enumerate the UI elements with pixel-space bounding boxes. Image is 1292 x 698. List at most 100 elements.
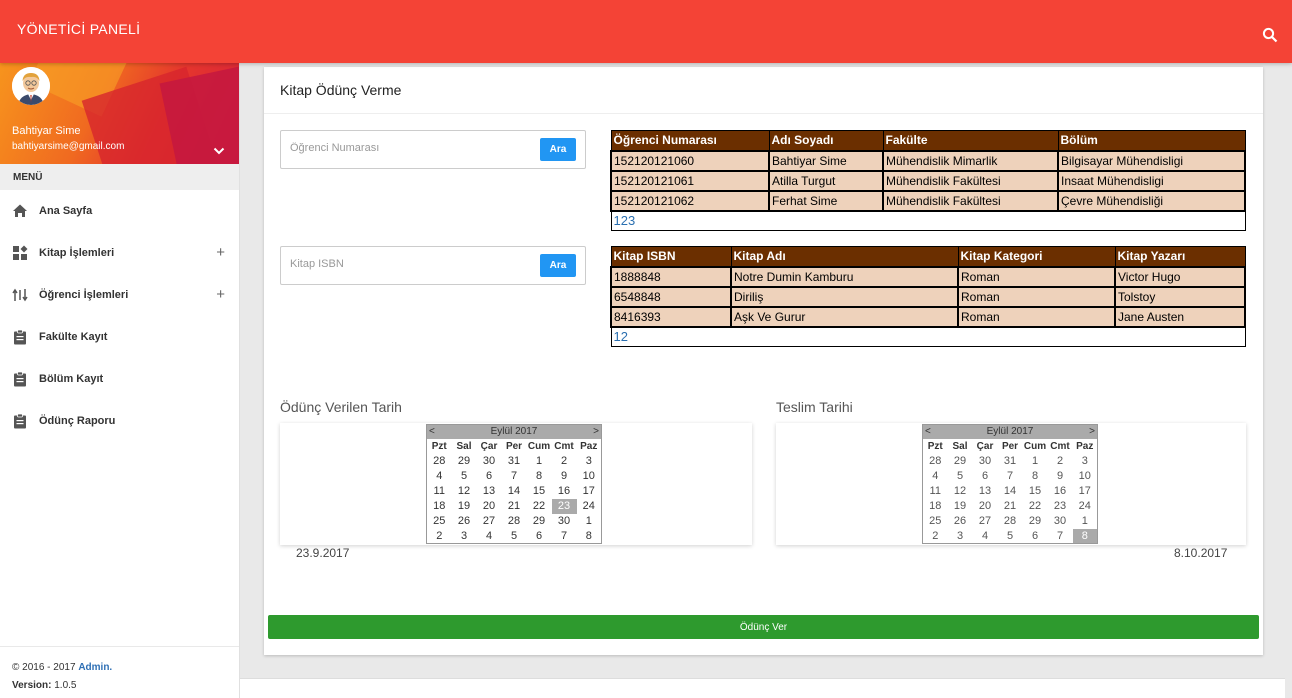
calendar-day[interactable]: 6 [527, 529, 552, 544]
calendar-day[interactable]: 1 [1023, 454, 1048, 469]
table-row[interactable]: 6548848 Diriliş Roman Tolstoy [610, 285, 1246, 308]
calendar-day[interactable]: 4 [477, 529, 502, 544]
calendar-day[interactable]: 6 [477, 469, 502, 484]
calendar-day[interactable]: 29 [527, 514, 552, 529]
calendar-day[interactable]: 21 [998, 499, 1023, 514]
calendar-day[interactable]: 2 [427, 529, 452, 544]
calendar-day[interactable]: 5 [452, 469, 477, 484]
calendar-day[interactable]: 10 [577, 469, 602, 484]
calendar-day[interactable]: 29 [1023, 514, 1048, 529]
calendar-day[interactable]: 24 [1073, 499, 1098, 514]
app-title[interactable]: YÖNETİCİ PANELİ [17, 21, 140, 37]
calendar-day[interactable]: 30 [552, 514, 577, 529]
calendar-day[interactable]: 2 [1048, 454, 1073, 469]
calendar-day[interactable]: 17 [1073, 484, 1098, 499]
calendar-day[interactable]: 5 [998, 529, 1023, 544]
calendar-day[interactable]: 1 [1073, 514, 1098, 529]
calendar-day[interactable]: 27 [477, 514, 502, 529]
calendar-day[interactable]: 2 [552, 454, 577, 469]
pager-links[interactable]: 123 [610, 210, 1246, 231]
calendar-day[interactable]: 26 [948, 514, 973, 529]
calendar-day[interactable]: 1 [577, 514, 602, 529]
calendar-day[interactable]: 16 [552, 484, 577, 499]
calendar-day[interactable]: 29 [948, 454, 973, 469]
calendar-day[interactable]: 14 [998, 484, 1023, 499]
calendar-day[interactable]: 22 [1023, 499, 1048, 514]
sidebar-item-department-register[interactable]: Bölüm Kayıt [0, 358, 239, 400]
calendar-day[interactable]: 1 [527, 454, 552, 469]
calendar-day[interactable]: 25 [427, 514, 452, 529]
calendar-day[interactable]: 16 [1048, 484, 1073, 499]
pager-links[interactable]: 12 [610, 326, 1246, 347]
calendar-day[interactable]: 10 [1073, 469, 1098, 484]
calendar-day[interactable]: 30 [1048, 514, 1073, 529]
column-header[interactable]: Kitap Kategori [957, 246, 1116, 267]
table-row[interactable]: 152120121062 Ferhat Sime Mühendislik Fakül… [610, 189, 1246, 212]
calendar-day[interactable]: 12 [948, 484, 973, 499]
calendar-day[interactable]: 7 [1048, 529, 1073, 544]
calendar-day[interactable]: 29 [452, 454, 477, 469]
calendar-day[interactable]: 26 [452, 514, 477, 529]
expand-icon[interactable]: + [216, 286, 225, 303]
calendar-day[interactable]: 11 [427, 484, 452, 499]
column-header[interactable]: Adı Soyadı [768, 130, 884, 151]
calendar-day[interactable]: 15 [527, 484, 552, 499]
calendar-day[interactable]: 3 [452, 529, 477, 544]
calendar-day[interactable]: 8 [577, 529, 602, 544]
calendar-day[interactable]: 19 [948, 499, 973, 514]
table-row[interactable]: 8416393 Aşk Ve Gurur Roman Jane Austen [610, 305, 1246, 328]
calendar-day[interactable]: 3 [577, 454, 602, 469]
calendar-day[interactable]: 30 [973, 454, 998, 469]
calendar-day[interactable]: 7 [502, 469, 527, 484]
calendar-day[interactable]: 8 [527, 469, 552, 484]
calendar-day[interactable]: 23 [551, 498, 577, 514]
calendar-day[interactable]: 28 [502, 514, 527, 529]
calendar-day[interactable]: 14 [502, 484, 527, 499]
calendar-day[interactable]: 23 [1048, 499, 1073, 514]
calendar-day[interactable]: 25 [923, 514, 948, 529]
calendar-day[interactable]: 4 [427, 469, 452, 484]
table-row[interactable]: 1888848 Notre Dumin Kamburu Roman Victor Hu… [610, 265, 1246, 288]
calendar-day[interactable]: 31 [998, 454, 1023, 469]
next-month-button[interactable]: > [576, 424, 602, 439]
sidebar-item-faculty-register[interactable]: Fakülte Kayıt [0, 316, 239, 358]
search-icon[interactable] [1262, 27, 1278, 43]
column-header[interactable]: Bölüm [1057, 130, 1246, 151]
sidebar-item-book-operations[interactable]: Kitap İşlemleri + [0, 232, 239, 274]
calendar-day[interactable]: 24 [577, 499, 602, 514]
calendar-day[interactable]: 27 [973, 514, 998, 529]
table-row[interactable]: 152120121061 Atilla Turgut Mühendislik Fak… [610, 169, 1246, 192]
sidebar-item-loan-report[interactable]: Ödünç Raporu [0, 400, 239, 442]
calendar-day[interactable]: 22 [527, 499, 552, 514]
book-search-button[interactable]: Ara [540, 254, 576, 277]
calendar-day[interactable]: 15 [1023, 484, 1048, 499]
calendar-day[interactable]: 7 [552, 529, 577, 544]
calendar-day[interactable]: 3 [1073, 454, 1098, 469]
scrollbar[interactable] [1285, 63, 1292, 698]
calendar-day[interactable]: 6 [1023, 529, 1048, 544]
calendar-day[interactable]: 8 [1023, 469, 1048, 484]
calendar-day[interactable]: 6 [973, 469, 998, 484]
calendar-day[interactable]: 18 [427, 499, 452, 514]
calendar-day[interactable]: 28 [923, 454, 948, 469]
table-row[interactable]: 152120121060 Bahtiyar Sime Mühendislik Mim… [610, 149, 1246, 172]
calendar-day[interactable]: 2 [923, 529, 948, 544]
calendar-day[interactable]: 9 [1048, 469, 1073, 484]
lend-button[interactable]: Ödünç Ver [268, 615, 1259, 639]
calendar-day[interactable]: 18 [923, 499, 948, 514]
prev-month-button[interactable]: < [922, 424, 948, 439]
chevron-down-icon[interactable] [213, 143, 225, 155]
calendar-day[interactable]: 4 [973, 529, 998, 544]
next-month-button[interactable]: > [1072, 424, 1098, 439]
calendar-day[interactable]: 20 [477, 499, 502, 514]
sidebar-item-home[interactable]: Ana Sayfa [0, 190, 239, 232]
calendar-day[interactable]: 30 [477, 454, 502, 469]
calendar-day[interactable]: 3 [948, 529, 973, 544]
column-header[interactable]: Öğrenci Numarası [610, 130, 770, 151]
column-header[interactable]: Kitap Yazarı [1114, 246, 1246, 267]
column-header[interactable]: Kitap ISBN [610, 246, 732, 267]
calendar-day[interactable]: 13 [477, 484, 502, 499]
calendar-day[interactable]: 21 [502, 499, 527, 514]
calendar-day[interactable]: 28 [427, 454, 452, 469]
calendar-day[interactable]: 7 [998, 469, 1023, 484]
